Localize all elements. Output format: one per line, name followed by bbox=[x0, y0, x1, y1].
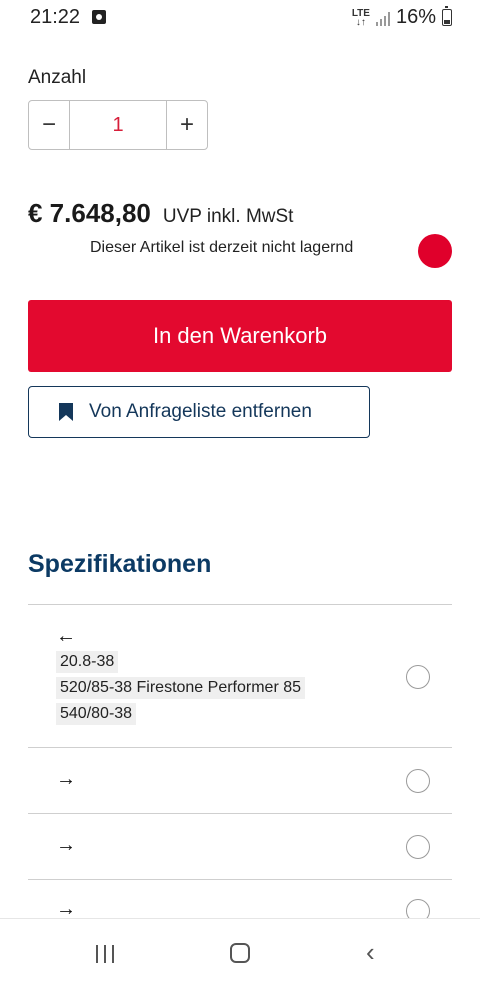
quantity-stepper: − 1 + bbox=[28, 100, 208, 150]
status-indicators: LTE ↓↑ 16% bbox=[352, 6, 452, 29]
quantity-label: Anzahl bbox=[28, 67, 87, 88]
spec-row[interactable]: ← 20.8-38 520/85-38 Firestone Performer … bbox=[28, 604, 452, 747]
spec-radio[interactable] bbox=[406, 835, 430, 859]
arrow-left-icon: ← bbox=[56, 625, 76, 647]
recents-button[interactable] bbox=[96, 945, 114, 963]
price-amount: € 7.648,80 bbox=[28, 198, 151, 228]
spec-tag: 520/85-38 Firestone Performer 85 bbox=[56, 677, 306, 699]
spec-radio[interactable] bbox=[406, 769, 430, 793]
spec-row[interactable]: → bbox=[28, 747, 452, 813]
battery-percentage: 16% bbox=[395, 6, 436, 28]
add-to-cart-button[interactable]: In den Warenkorb bbox=[28, 300, 452, 372]
spec-tag: 540/80-38 bbox=[56, 703, 137, 725]
spec-tags: 20.8-38 520/85-38 Firestone Performer 85… bbox=[56, 651, 306, 725]
quantity-input[interactable]: 1 bbox=[69, 101, 167, 149]
status-time: 21:22 bbox=[30, 6, 81, 28]
specifications-title: Spezifikationen bbox=[28, 550, 212, 578]
arrow-right-icon: → bbox=[56, 768, 76, 790]
signal-icon bbox=[375, 10, 390, 26]
lte-icon: LTE ↓↑ bbox=[351, 7, 370, 28]
stock-status-indicator bbox=[418, 234, 452, 268]
decrease-button[interactable]: − bbox=[29, 101, 69, 149]
battery-icon bbox=[442, 6, 452, 26]
remove-from-request-list-button[interactable]: Von Anfrageliste entfernen bbox=[28, 386, 370, 438]
system-navigation-bar: ‹ bbox=[0, 918, 480, 987]
arrow-right-icon: → bbox=[56, 834, 76, 856]
specifications-list: ← 20.8-38 520/85-38 Firestone Performer … bbox=[28, 604, 452, 945]
stock-status-text: Dieser Artikel ist derzeit nicht lagernd bbox=[90, 239, 354, 256]
price-note: UVP inkl. MwSt bbox=[162, 206, 294, 227]
request-button-label: Von Anfrageliste entfernen bbox=[89, 401, 312, 422]
increase-button[interactable]: + bbox=[167, 101, 207, 149]
status-bar: 21:22 LTE ↓↑ 16% bbox=[0, 0, 480, 36]
price-row: € 7.648,80 UVP inkl. MwSt bbox=[28, 198, 293, 229]
spec-radio[interactable] bbox=[406, 665, 430, 689]
spec-tag: 20.8-38 bbox=[56, 651, 119, 673]
notification-icon bbox=[92, 10, 106, 24]
back-button[interactable]: ‹ bbox=[366, 937, 375, 968]
spec-row[interactable]: → bbox=[28, 813, 452, 879]
home-button[interactable] bbox=[230, 943, 250, 963]
bookmark-icon bbox=[59, 403, 73, 421]
